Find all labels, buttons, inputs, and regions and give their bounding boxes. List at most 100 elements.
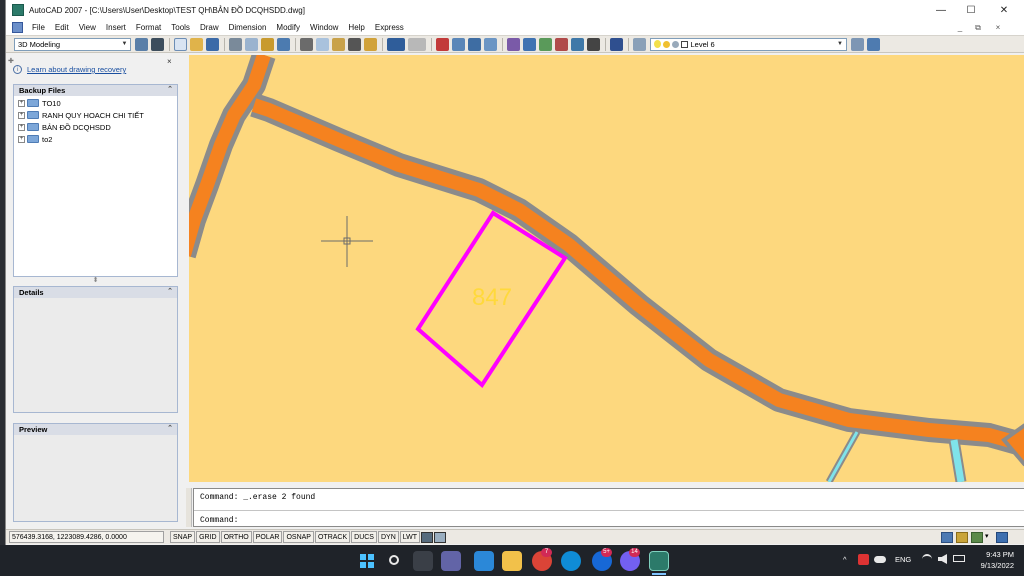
menu-window[interactable]: Window xyxy=(305,23,343,32)
edge-icon[interactable] xyxy=(561,551,581,571)
menu-help[interactable]: Help xyxy=(343,23,369,32)
properties-icon[interactable] xyxy=(507,37,520,51)
onedrive-icon[interactable] xyxy=(874,556,886,563)
details-header[interactable]: Details ⌃ xyxy=(14,287,177,298)
help-icon[interactable] xyxy=(610,37,623,51)
mail-icon[interactable] xyxy=(474,551,494,571)
layout-icon[interactable] xyxy=(434,531,447,543)
zoom-previous-icon[interactable] xyxy=(484,37,497,51)
sheet-set-icon[interactable] xyxy=(555,37,568,51)
doc-close-button[interactable]: × xyxy=(989,20,1007,35)
menu-dimension[interactable]: Dimension xyxy=(224,23,272,32)
tree-item[interactable]: + BẢN ĐỒ DCQHSDD xyxy=(14,121,177,133)
zoom-window-icon[interactable] xyxy=(468,37,481,51)
layer-select[interactable]: Level 6 ▼ xyxy=(649,37,847,51)
open-icon[interactable] xyxy=(190,37,203,51)
collapse-icon[interactable]: ⌃ xyxy=(167,287,173,295)
task-view-icon[interactable] xyxy=(413,551,433,571)
close-button[interactable]: ✕ xyxy=(989,0,1019,20)
zoom-realtime-icon[interactable] xyxy=(452,37,465,51)
communication-center-icon[interactable] xyxy=(941,532,953,543)
osnap-toggle[interactable]: OSNAP xyxy=(283,531,314,543)
status-menu-icon[interactable]: ▾ xyxy=(985,532,989,540)
palette-close-button[interactable]: × xyxy=(167,57,172,66)
tree-item[interactable]: + TO10 xyxy=(14,97,177,109)
model-space-icon[interactable] xyxy=(421,531,434,543)
otrack-toggle[interactable]: OTRACK xyxy=(314,531,351,543)
menu-edit[interactable]: Edit xyxy=(50,23,74,32)
menu-format[interactable]: Format xyxy=(131,23,166,32)
tray-overflow-icon[interactable]: ^ xyxy=(843,555,847,564)
autocad-app-icon[interactable] xyxy=(12,4,24,16)
tree-item[interactable]: + to2 xyxy=(14,133,177,145)
wifi-icon[interactable] xyxy=(922,554,932,564)
annotation-icon[interactable] xyxy=(971,532,983,543)
lock-toolbar-icon[interactable] xyxy=(956,532,968,543)
publish-icon[interactable] xyxy=(261,37,274,51)
teams-chat-icon[interactable] xyxy=(441,551,461,571)
layer-manager-icon[interactable] xyxy=(633,37,646,51)
cut-icon[interactable] xyxy=(300,37,313,51)
tool-palettes-icon[interactable] xyxy=(539,37,552,51)
file-explorer-icon[interactable] xyxy=(502,551,522,571)
workspace-settings-icon[interactable] xyxy=(135,37,148,51)
markup-icon[interactable] xyxy=(571,37,584,51)
3d-dwf-icon[interactable] xyxy=(277,37,290,51)
coordinate-display[interactable]: 576439.3168, 1223089.4286, 0.0000 xyxy=(9,531,164,543)
menu-view[interactable]: View xyxy=(74,23,101,32)
command-prompt[interactable]: Command: xyxy=(200,516,238,525)
expand-icon[interactable]: + xyxy=(18,111,25,119)
layer-previous-icon[interactable] xyxy=(866,37,880,51)
clean-screen-icon[interactable] xyxy=(996,532,1008,543)
system-clock[interactable]: 9:43 PM 9/13/2022 xyxy=(981,549,1014,571)
pan-icon[interactable] xyxy=(436,37,449,51)
drawing-canvas[interactable]: 847 xyxy=(189,55,1024,482)
match-properties-icon[interactable] xyxy=(348,37,361,51)
polar-toggle[interactable]: POLAR xyxy=(252,531,283,543)
recovery-link[interactable]: Learn about drawing recovery xyxy=(27,65,126,74)
language-indicator[interactable]: ENG xyxy=(895,555,911,564)
show-desktop-icon[interactable] xyxy=(12,551,32,571)
expand-icon[interactable]: + xyxy=(18,123,25,131)
dyn-toggle[interactable]: DYN xyxy=(377,531,399,543)
start-icon[interactable] xyxy=(357,551,377,571)
volume-icon[interactable] xyxy=(938,554,947,564)
paste-icon[interactable] xyxy=(332,37,345,51)
new-icon[interactable] xyxy=(174,37,187,51)
antivirus-icon[interactable] xyxy=(858,554,869,565)
battery-icon[interactable] xyxy=(953,555,965,562)
minimize-button[interactable]: — xyxy=(926,0,956,20)
menu-tools[interactable]: Tools xyxy=(166,23,195,32)
collapse-icon[interactable]: ⌃ xyxy=(167,424,173,432)
doc-restore-button[interactable]: ⧉ xyxy=(969,20,987,35)
calculator-icon[interactable] xyxy=(587,37,600,51)
menu-express[interactable]: Express xyxy=(370,23,409,32)
expand-icon[interactable]: + xyxy=(18,99,25,107)
save-icon[interactable] xyxy=(206,37,219,51)
print-icon[interactable] xyxy=(229,37,242,51)
make-layer-current-icon[interactable] xyxy=(850,37,864,51)
backup-files-header[interactable]: Backup Files ⌃ xyxy=(14,85,177,96)
design-center-icon[interactable] xyxy=(523,37,536,51)
document-icon[interactable] xyxy=(12,22,23,33)
ortho-toggle[interactable]: ORTHO xyxy=(220,531,252,543)
menu-modify[interactable]: Modify xyxy=(271,23,305,32)
panel-splitter[interactable]: ⬍ xyxy=(13,277,178,285)
redo-icon[interactable] xyxy=(408,37,426,51)
palette-pin-icon[interactable]: ✚ xyxy=(8,57,14,65)
my-workspace-icon[interactable] xyxy=(151,37,164,51)
menu-file[interactable]: File xyxy=(27,23,50,32)
tree-item[interactable]: + RANH QUY HOACH CHI TIẾT xyxy=(14,109,177,121)
expand-icon[interactable]: + xyxy=(18,135,25,143)
grid-toggle[interactable]: GRID xyxy=(196,531,220,543)
command-window[interactable]: Command: _.erase 2 found Command: xyxy=(193,488,1024,527)
copy-icon[interactable] xyxy=(316,37,329,51)
search-icon[interactable] xyxy=(385,551,405,571)
lwt-toggle[interactable]: LWT xyxy=(399,531,421,543)
autocad-taskbar-icon[interactable] xyxy=(649,551,669,571)
undo-icon[interactable] xyxy=(387,37,405,51)
menu-insert[interactable]: Insert xyxy=(101,23,131,32)
maximize-button[interactable]: ☐ xyxy=(956,0,986,20)
preview-header[interactable]: Preview ⌃ xyxy=(14,424,177,435)
block-editor-icon[interactable] xyxy=(364,37,377,51)
